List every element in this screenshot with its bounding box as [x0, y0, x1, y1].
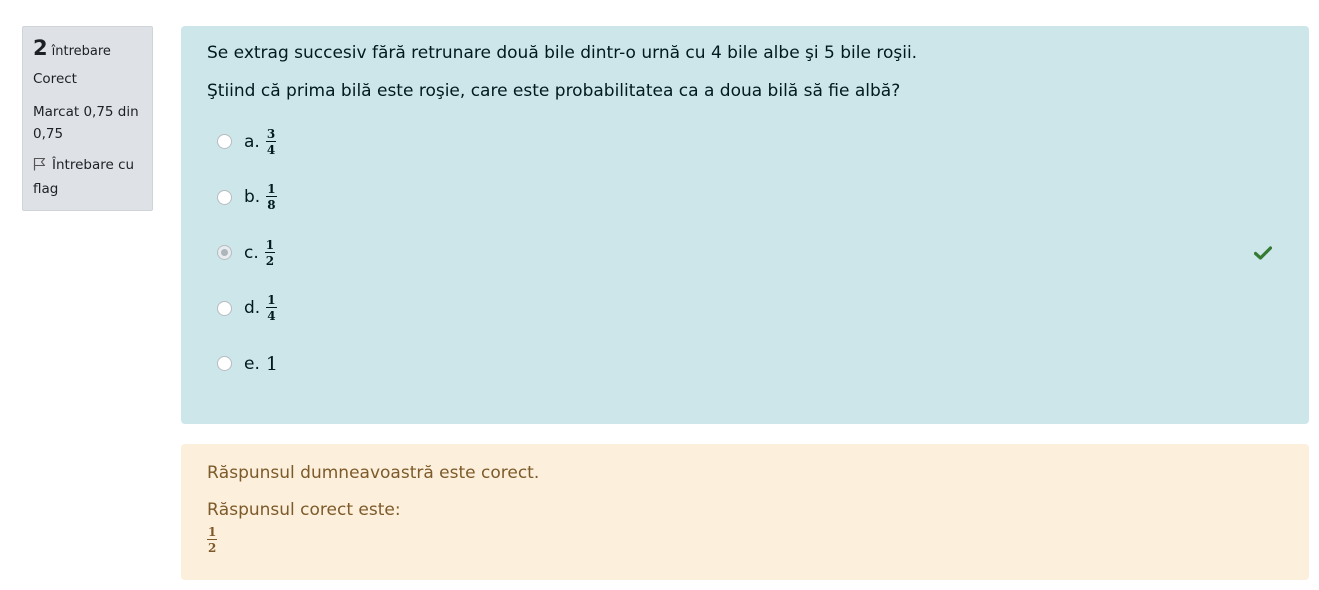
- check-icon: [1253, 245, 1273, 264]
- fraction-denominator: 4: [267, 309, 276, 324]
- question-info-panel: 2 întrebare Corect Marcat 0,75 din 0,75 …: [22, 26, 153, 211]
- flag-question-toggle[interactable]: Întrebare cu flag: [33, 154, 142, 200]
- question-formulation: Se extrag succesiv fără retrunare două b…: [181, 26, 1309, 424]
- fraction-numerator: 1: [266, 293, 277, 309]
- answer-letter: a.: [244, 131, 260, 152]
- answer-option-b[interactable]: b. 1 8: [207, 170, 1283, 226]
- answer-radio-e[interactable]: [217, 356, 232, 372]
- question-text-line-2: Ştiind că prima bilă este roşie, care es…: [207, 81, 901, 101]
- flag-label[interactable]: Întrebare cu flag: [33, 157, 134, 197]
- answer-radio-d[interactable]: [217, 300, 232, 316]
- answer-options: a. 3 4 b. 1 8 c. 1 2 d. 1 4 e. 1: [207, 114, 1283, 392]
- answer-radio-b[interactable]: [217, 189, 232, 205]
- answer-letter: b.: [244, 187, 261, 208]
- answer-radio-c[interactable]: [217, 245, 232, 261]
- answer-letter: e.: [244, 353, 260, 374]
- answer-fraction: 1 4: [266, 293, 277, 324]
- answer-option-a[interactable]: a. 3 4: [207, 114, 1283, 170]
- fraction-numerator: 3: [265, 126, 277, 142]
- fraction-denominator: 4: [266, 142, 276, 157]
- fraction-numerator: 1: [266, 182, 277, 198]
- answer-radio-a[interactable]: [217, 134, 232, 150]
- fraction-denominator: 8: [267, 198, 276, 213]
- answer-fraction: 3 4: [265, 126, 277, 157]
- answer-fraction: 1 8: [266, 182, 277, 213]
- fraction-numerator: 1: [264, 237, 276, 253]
- right-answer-fraction: 1 2: [207, 525, 218, 555]
- answer-option-e[interactable]: e. 1: [207, 336, 1283, 392]
- answer-letter: d.: [244, 298, 261, 319]
- question-grade: Marcat 0,75 din 0,75: [33, 104, 139, 142]
- answer-fraction: 1 2: [264, 237, 276, 268]
- answer-option-c[interactable]: c. 1 2: [207, 225, 1283, 281]
- question-number-line: 2 întrebare: [33, 35, 142, 61]
- specific-feedback: Răspunsul dumneavoastră este corect.: [207, 463, 540, 483]
- answer-letter: c.: [244, 242, 259, 263]
- fraction-denominator: 2: [208, 541, 217, 555]
- question-state: Corect: [33, 71, 77, 87]
- question-text: Se extrag succesiv fără retrunare două b…: [207, 42, 1283, 102]
- answer-value: 1: [265, 352, 278, 375]
- right-answer-label: Răspunsul corect este:: [207, 500, 401, 520]
- fraction-numerator: 1: [207, 525, 218, 540]
- fraction-denominator: 2: [265, 253, 275, 268]
- question-number: 2: [33, 36, 48, 60]
- question-label: întrebare: [51, 44, 111, 59]
- feedback-panel: Răspunsul dumneavoastră este corect. Răs…: [181, 444, 1309, 580]
- answer-option-d[interactable]: d. 1 4: [207, 281, 1283, 337]
- question-text-line-1: Se extrag succesiv fără retrunare două b…: [207, 43, 918, 63]
- flag-icon[interactable]: [33, 156, 46, 178]
